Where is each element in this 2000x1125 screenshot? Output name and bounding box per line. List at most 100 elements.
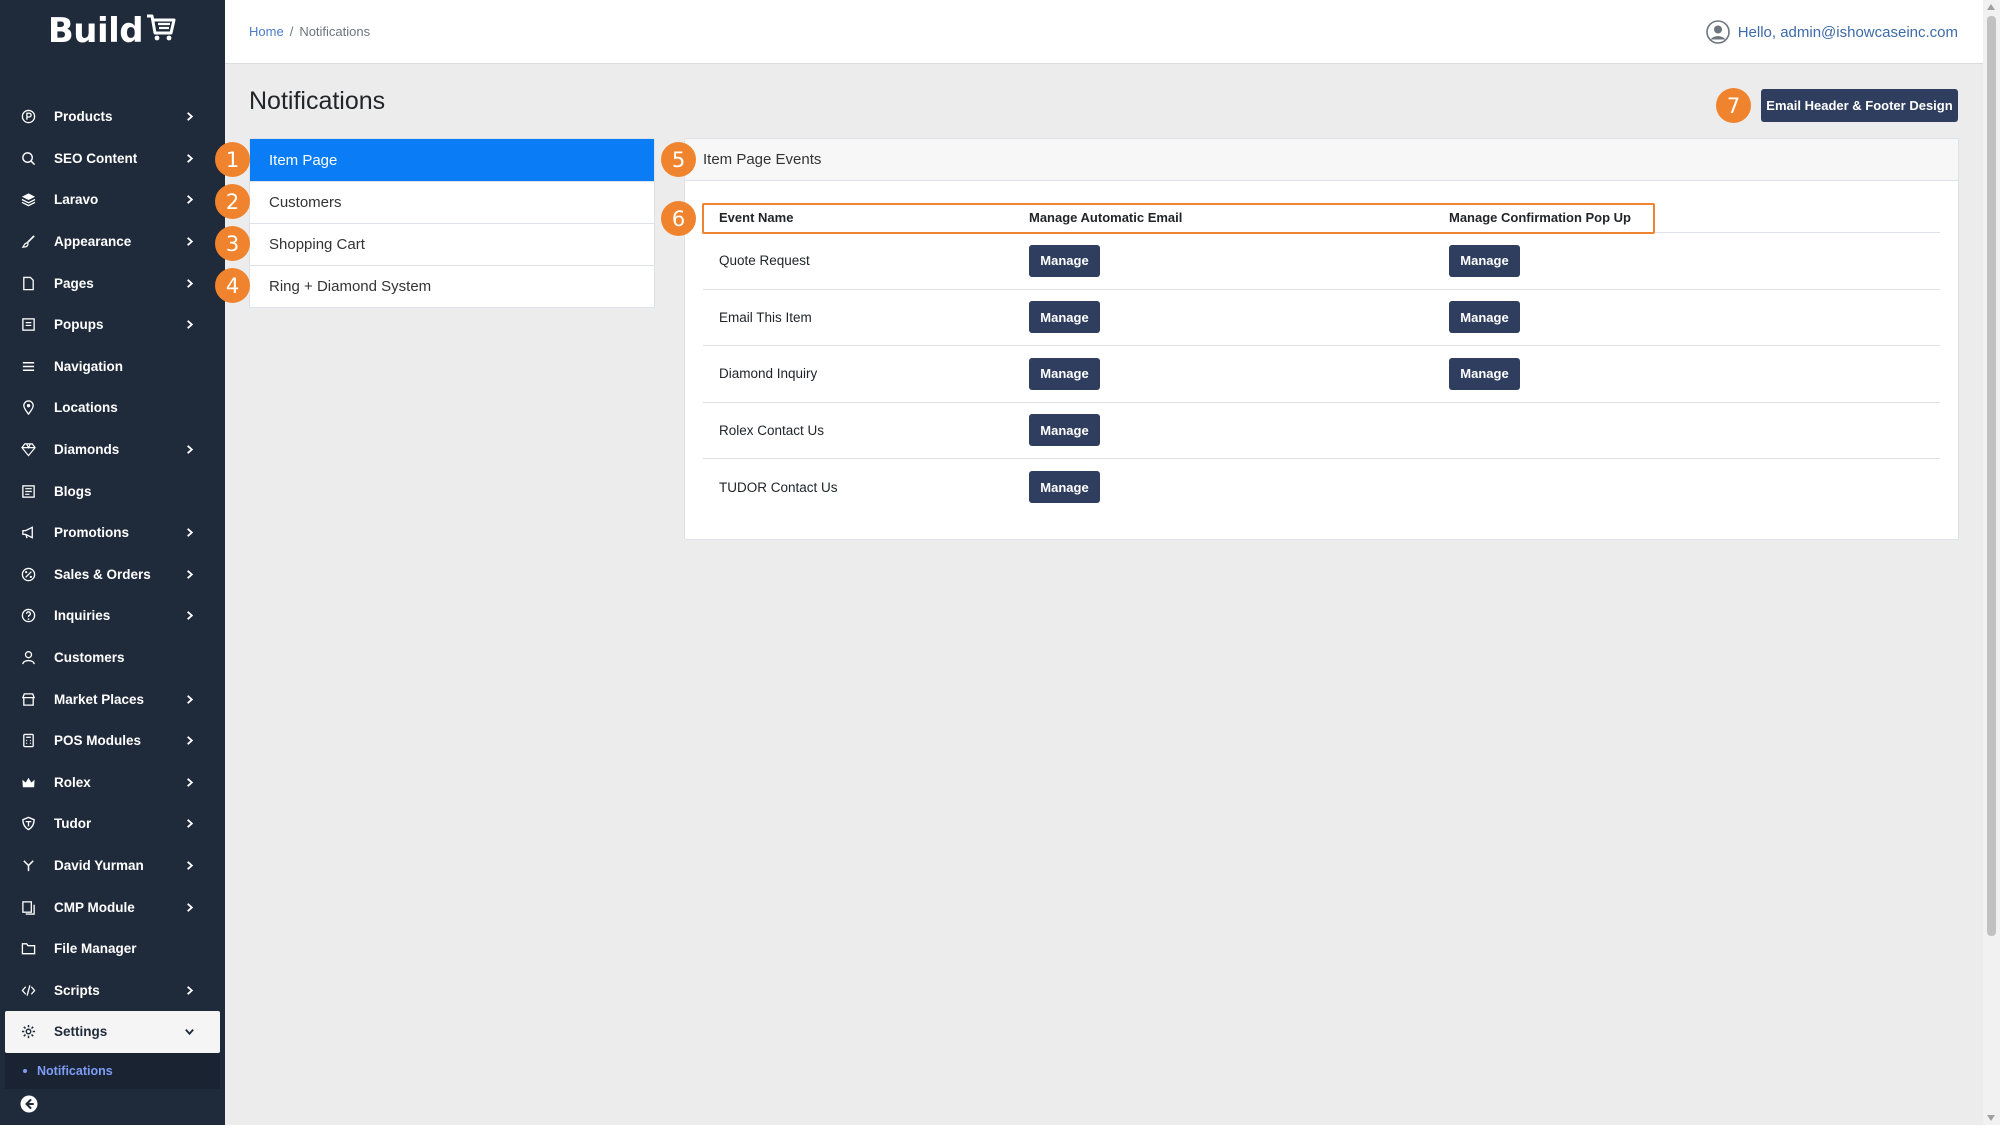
table-row: Diamond Inquiry Manage Manage xyxy=(703,346,1940,403)
sidebar-item-rolex[interactable]: Rolex xyxy=(0,762,225,804)
chevron-right-icon xyxy=(183,527,195,539)
sidebar-item-settings[interactable]: Settings xyxy=(5,1011,220,1053)
column-header-confirmation-popup: Manage Confirmation Pop Up xyxy=(1449,210,1631,225)
sidebar-item-diamonds[interactable]: Diamonds xyxy=(0,429,225,471)
breadcrumb-current: Notifications xyxy=(299,24,371,39)
sidebar-item-blogs[interactable]: Blogs xyxy=(0,470,225,512)
shield-icon xyxy=(20,816,36,832)
manage-automatic-email-button[interactable]: Manage xyxy=(1029,414,1100,447)
chevron-right-icon xyxy=(183,735,195,747)
sidebar-item-label: Pages xyxy=(54,275,94,291)
chevron-right-icon xyxy=(183,152,195,164)
event-name: TUDOR Contact Us xyxy=(719,479,838,495)
sidebar-item-label: David Yurman xyxy=(54,857,144,873)
table-row: Quote Request Manage Manage xyxy=(703,233,1940,290)
breadcrumb: Home / Notifications xyxy=(249,24,370,39)
store-icon xyxy=(20,691,36,707)
sidebar-item-sales-orders[interactable]: Sales & Orders xyxy=(0,554,225,596)
annotation-badge-1: 1 xyxy=(215,142,250,177)
manage-confirmation-popup-button[interactable]: Manage xyxy=(1449,357,1520,390)
manage-automatic-email-button[interactable]: Manage xyxy=(1029,301,1100,334)
sidebar-item-label: Market Places xyxy=(54,691,145,707)
chevron-right-icon xyxy=(183,444,195,456)
page-scrollbar[interactable] xyxy=(1983,0,2000,1125)
megaphone-icon xyxy=(20,525,36,541)
scroll-thumb[interactable] xyxy=(1987,16,1996,936)
sidebar-item-popups[interactable]: Popups xyxy=(0,304,225,346)
blog-icon xyxy=(20,483,36,499)
email-header-footer-design-button[interactable]: Email Header & Footer Design xyxy=(1761,89,1958,122)
manage-automatic-email-button[interactable]: Manage xyxy=(1029,471,1100,504)
gear-icon xyxy=(20,1024,36,1040)
sidebar-item-tudor[interactable]: Tudor xyxy=(0,803,225,845)
table-row: TUDOR Contact Us Manage xyxy=(703,459,1940,516)
sidebar-item-label: Locations xyxy=(54,400,118,416)
annotation-badge-7: 7 xyxy=(1716,88,1751,123)
tab-shopping-cart[interactable]: Shopping Cart xyxy=(250,223,654,265)
sidebar-item-cmp-module[interactable]: CMP Module xyxy=(0,886,225,928)
sidebar-item-label: Rolex xyxy=(54,774,91,790)
sidebar-item-label: Customers xyxy=(54,650,125,666)
annotation-badge-6: 6 xyxy=(661,201,696,236)
scroll-up-icon[interactable] xyxy=(1987,4,1995,10)
sidebar-item-scripts[interactable]: Scripts xyxy=(0,969,225,1011)
sidebar-item-customers[interactable]: Customers xyxy=(0,637,225,679)
sidebar-item-david-yurman[interactable]: David Yurman xyxy=(0,845,225,887)
sidebar-item-market-places[interactable]: Market Places xyxy=(0,678,225,720)
sidebar-item-products[interactable]: Products xyxy=(0,96,225,138)
sidebar-item-label: CMP Module xyxy=(54,899,135,915)
manage-automatic-email-button[interactable]: Manage xyxy=(1029,357,1100,390)
products-icon xyxy=(20,109,36,125)
sidebar-item-label: POS Modules xyxy=(54,733,142,749)
table-header: Event Name Manage Automatic Email Manage… xyxy=(703,203,1940,233)
collapse-sidebar-icon[interactable] xyxy=(20,1095,38,1113)
sidebar-item-label: Sales & Orders xyxy=(54,566,151,582)
sidebar-item-label: Scripts xyxy=(54,982,100,998)
breadcrumb-separator: / xyxy=(289,24,294,39)
chevron-right-icon xyxy=(183,236,195,248)
chevron-right-icon xyxy=(183,568,195,580)
chevron-right-icon xyxy=(183,776,195,788)
manage-automatic-email-button[interactable]: Manage xyxy=(1029,244,1100,277)
brush-icon xyxy=(20,234,36,250)
sales-icon xyxy=(20,566,36,582)
location-pin-icon xyxy=(20,400,36,416)
cmp-icon xyxy=(20,899,36,915)
sidebar-item-label: Laravo xyxy=(54,192,99,208)
logo[interactable]: Build xyxy=(0,0,225,62)
tab-customers[interactable]: Customers xyxy=(250,181,654,223)
sidebar-item-file-manager[interactable]: File Manager xyxy=(0,928,225,970)
pos-icon xyxy=(20,733,36,749)
sidebar: Build Products SEO Content Laravo Appearanc… xyxy=(0,0,225,1125)
sidebar-item-appearance[interactable]: Appearance xyxy=(0,221,225,263)
sidebar-item-locations[interactable]: Locations xyxy=(0,387,225,429)
bullet-icon xyxy=(23,1068,27,1073)
sidebar-item-inquiries[interactable]: Inquiries xyxy=(0,595,225,637)
sidebar-item-label: Popups xyxy=(54,317,104,333)
sidebar-subitem-notifications[interactable]: Notifications xyxy=(5,1052,220,1089)
sidebar-item-laravo[interactable]: Laravo xyxy=(0,179,225,221)
code-icon xyxy=(20,982,36,998)
confirmation-popup-cell: Manage xyxy=(1449,357,1940,390)
sidebar-item-pos-modules[interactable]: POS Modules xyxy=(0,720,225,762)
sidebar-item-pages[interactable]: Pages xyxy=(0,262,225,304)
user-menu[interactable]: Hello, admin@ishowcaseinc.com xyxy=(1705,20,1958,44)
sidebar-item-label: File Manager xyxy=(54,941,137,957)
sidebar-item-label: Diamonds xyxy=(54,442,120,458)
event-name: Rolex Contact Us xyxy=(719,422,825,438)
sidebar-item-promotions[interactable]: Promotions xyxy=(0,512,225,554)
top-bar: Home / Notifications Hello, admin@ishowcas… xyxy=(225,0,1983,64)
chevron-right-icon xyxy=(183,194,195,206)
user-greeting: Hello, admin@ishowcaseinc.com xyxy=(1737,23,1958,41)
manage-confirmation-popup-button[interactable]: Manage xyxy=(1449,244,1520,277)
chevron-right-icon xyxy=(183,277,195,289)
manage-confirmation-popup-button[interactable]: Manage xyxy=(1449,301,1520,334)
sidebar-item-navigation[interactable]: Navigation xyxy=(0,346,225,388)
sidebar-item-seo-content[interactable]: SEO Content xyxy=(0,138,225,180)
scroll-down-icon[interactable] xyxy=(1987,1115,1995,1121)
tab-item-page[interactable]: Item Page xyxy=(250,139,654,181)
breadcrumb-home-link[interactable]: Home xyxy=(249,24,284,39)
column-header-automatic-email: Manage Automatic Email xyxy=(1029,210,1183,225)
tab-ring-diamond-system[interactable]: Ring + Diamond System xyxy=(250,265,654,307)
question-icon xyxy=(20,608,36,624)
